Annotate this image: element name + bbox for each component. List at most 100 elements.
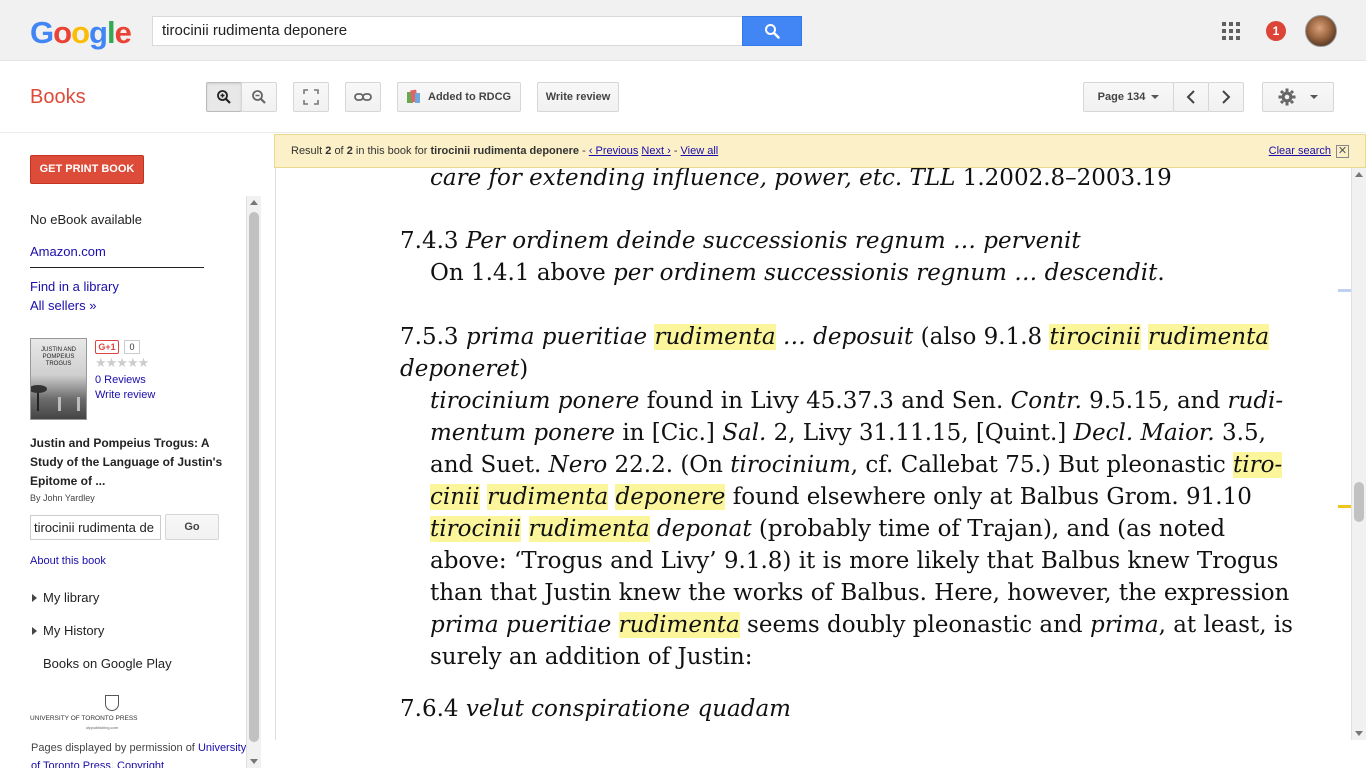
clear-search-link[interactable]: Clear search (1269, 135, 1331, 167)
link-icon (354, 93, 372, 101)
chevron-left-icon (1186, 90, 1195, 104)
scroll-up-icon[interactable] (250, 200, 258, 205)
go-button[interactable]: Go (165, 514, 219, 540)
about-this-book-link[interactable]: About this book (30, 555, 106, 567)
zoom-in-icon (217, 90, 231, 104)
search-in-book-input[interactable]: tirocinii rudimenta de (30, 515, 161, 540)
zoom-in-button[interactable] (206, 82, 242, 112)
book-cover-thumbnail[interactable]: JUSTIN AND POMPEIUS TROGUS (30, 338, 87, 420)
separator: - (673, 145, 681, 157)
zoom-out-button[interactable] (241, 82, 277, 112)
added-label: Added to RDCG (428, 91, 512, 103)
highlighted-term: rudimenta (487, 484, 609, 510)
my-history-item[interactable]: My History (43, 623, 104, 638)
apps-grid-icon[interactable] (1222, 22, 1240, 40)
book-title: Justin and Pompeius Trogus: A Study of t… (30, 436, 223, 488)
page-text-run: than that Justin knew the works of Balbu… (430, 580, 1290, 606)
highlighted-term: deponere (615, 484, 726, 510)
page-text-run: 1.2002.8–2003.19 (955, 168, 1172, 191)
search-button[interactable] (742, 16, 802, 46)
amazon-link[interactable]: Amazon.com (30, 244, 106, 259)
page-text-run: 2, Livy 31.11.15, [Quint.] (766, 420, 1074, 446)
scroll-down-icon[interactable] (250, 759, 258, 764)
page-line: 7.5.3 prima pueritiae rudimenta … deposu… (400, 324, 1270, 350)
page-text-run: Per ordinem deinde successionis regnum …… (465, 228, 1081, 254)
settings-button[interactable] (1262, 82, 1334, 112)
divider (30, 267, 204, 268)
books-section-title[interactable]: Books (30, 86, 86, 109)
sidebar-scrollbar[interactable] (246, 196, 261, 768)
page-line: 7.4.3 Per ordinem deinde successionis re… (400, 228, 1081, 254)
palm-tree-illustration (31, 385, 47, 411)
expand-triangle-icon[interactable] (32, 627, 37, 635)
cover-title: JUSTIN AND POMPEIUS TROGUS (40, 347, 76, 367)
page-scrollbar[interactable] (1351, 168, 1366, 740)
page-text-run: in [Cic.] (615, 420, 723, 446)
reviews-link[interactable]: 0 Reviews (95, 374, 146, 386)
view-all-link[interactable]: View all (681, 145, 719, 157)
book-author: By John Yardley (30, 493, 95, 503)
google-logo[interactable]: Google (30, 15, 132, 51)
page-selector-button[interactable]: Page 134 (1083, 82, 1174, 112)
next-page-button[interactable] (1208, 82, 1244, 112)
link-button[interactable] (345, 82, 381, 112)
logo-letter: g (89, 15, 108, 50)
books-on-google-play-item[interactable]: Books on Google Play (43, 656, 172, 671)
my-library-item[interactable]: My library (43, 590, 99, 605)
page-line: above: ‘Trogus and Livy’ 9.1.8) it is mo… (430, 548, 1278, 574)
logo-letter: l (106, 15, 116, 50)
notification-badge[interactable]: 1 (1266, 21, 1286, 41)
page-text-run: deponeret (400, 356, 520, 382)
logo-letter: e (114, 15, 132, 50)
copyright-link[interactable]: Copyright (117, 760, 164, 768)
page-label: Page 134 (1097, 91, 1146, 103)
google-plus-one-button[interactable]: G+1 (95, 340, 119, 354)
page-line: care for extending influence, power, etc… (430, 168, 1172, 191)
page-text-run: . (1157, 260, 1165, 286)
highlighted-term: rudimenta (618, 612, 740, 638)
result-index: 2 (325, 145, 332, 157)
fullscreen-icon (303, 89, 319, 105)
scrollbar-thumb[interactable] (1354, 482, 1364, 522)
permission-text: Pages displayed by permission of Univers… (31, 739, 247, 768)
scrollbar-thumb[interactable] (249, 212, 259, 742)
search-input[interactable]: tirocinii rudimenta deponere (152, 16, 743, 46)
library-books-icon (407, 89, 420, 103)
scroll-down-icon[interactable] (1355, 731, 1363, 736)
expand-triangle-icon[interactable] (32, 594, 37, 602)
added-to-library-button[interactable]: Added to RDCG (397, 82, 521, 112)
books-toolbar: Books Added to RDCG Write review Page 13… (0, 61, 1366, 133)
write-review-button[interactable]: Write review (537, 82, 619, 112)
write-review-label: Write review (545, 91, 611, 103)
page-line: 7.6.4 velut conspiratione quadam (400, 696, 791, 722)
page-text-run: Contr. (1010, 388, 1082, 414)
close-icon[interactable]: ✕ (1336, 145, 1349, 158)
fullscreen-button[interactable] (293, 82, 329, 112)
account-avatar[interactable] (1305, 15, 1337, 47)
page-text-run: deponat (649, 516, 752, 542)
page-text-run: tirocinium (730, 452, 851, 478)
top-header: Google tirocinii rudimenta deponere 1 (0, 0, 1366, 61)
publisher-logo[interactable]: UNIVERSITY OF TORONTO PRESS utppublishin… (30, 695, 138, 735)
page-text-run (1141, 324, 1148, 350)
page-text-run: On 1.4.1 above (430, 260, 614, 286)
page-text-run: (probably time of Trajan), and (as noted (751, 516, 1226, 542)
scroll-up-icon[interactable] (1355, 172, 1363, 177)
page-text-run: Nero (548, 452, 608, 478)
sidebar-write-review-link[interactable]: Write review (95, 389, 155, 401)
all-sellers-link[interactable]: All sellers » (30, 298, 96, 313)
book-page-viewer[interactable]: care for extending influence, power, etc… (275, 168, 1351, 740)
search-result-bar: Result 2 of 2 in this book for tirocinii… (274, 134, 1366, 168)
next-result-link[interactable]: Next › (641, 145, 670, 157)
highlighted-term: rudimenta (654, 324, 776, 350)
find-in-library-link[interactable]: Find in a library (30, 279, 119, 294)
previous-page-button[interactable] (1173, 82, 1209, 112)
previous-result-link[interactable]: ‹ Previous (589, 145, 639, 157)
no-ebook-text: No eBook available (30, 212, 143, 227)
shield-icon (105, 695, 119, 711)
page-text-run: 7.6.4 (400, 696, 466, 722)
highlighted-term: tirocinii (1049, 324, 1141, 350)
page-text-run: mentum ponere (430, 420, 616, 446)
get-print-book-button[interactable]: GET PRINT BOOK (30, 155, 144, 184)
permission-prefix: Pages displayed by permission of (31, 742, 195, 754)
